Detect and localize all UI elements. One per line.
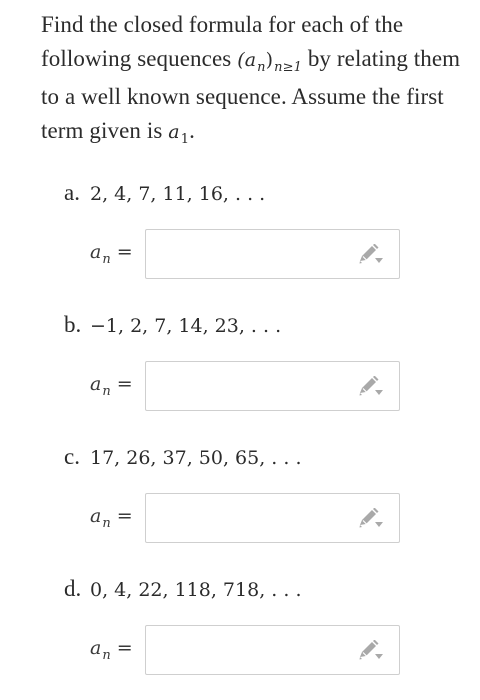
answer-input[interactable] <box>154 240 338 270</box>
pencil-dropdown-icon[interactable] <box>357 376 385 400</box>
part-letter: b. <box>64 312 82 337</box>
sequence-notation: (an)n≥1 <box>237 49 302 75</box>
pencil-dropdown-icon[interactable] <box>357 508 385 532</box>
answer-label: an = <box>90 241 133 267</box>
part-b-header: b. −1, 2, 7, 14, 23, . . . <box>64 308 444 342</box>
first-term-notation: a1 <box>168 121 190 147</box>
answer-row: an = <box>90 625 402 677</box>
problem-statement: Find the closed formula for each of the … <box>41 12 461 147</box>
part-a-header: a. 2, 4, 7, 11, 16, . . . <box>64 176 444 210</box>
answer-input[interactable] <box>154 372 338 402</box>
answer-box[interactable] <box>145 361 400 411</box>
part-c: c. 17, 26, 37, 50, 65, . . . an = <box>64 440 444 543</box>
part-c-header: c. 17, 26, 37, 50, 65, . . . <box>64 440 444 474</box>
part-letter: d. <box>64 576 82 601</box>
pencil-dropdown-icon[interactable] <box>357 244 385 268</box>
answer-label: an = <box>90 637 133 663</box>
answer-row: an = <box>90 229 402 281</box>
sequence-terms: 2, 4, 7, 11, 16, . . . <box>90 183 266 205</box>
part-b: b. −1, 2, 7, 14, 23, . . . an = <box>64 308 444 411</box>
part-d-header: d. 0, 4, 22, 118, 718, . . . <box>64 572 444 606</box>
answer-row: an = <box>90 493 402 545</box>
answer-label: an = <box>90 505 133 531</box>
part-letter: c. <box>64 444 80 469</box>
pencil-dropdown-icon[interactable] <box>357 640 385 664</box>
answer-input[interactable] <box>154 504 338 534</box>
answer-input[interactable] <box>154 636 338 666</box>
part-d: d. 0, 4, 22, 118, 718, . . . an = <box>64 572 444 675</box>
answer-box[interactable] <box>145 229 400 279</box>
sequence-terms: 0, 4, 22, 118, 718, . . . <box>90 579 302 601</box>
answer-label: an = <box>90 373 133 399</box>
part-a: a. 2, 4, 7, 11, 16, . . . an = <box>64 176 444 279</box>
answer-row: an = <box>90 361 402 413</box>
answer-box[interactable] <box>145 493 400 543</box>
part-letter: a. <box>64 180 80 205</box>
sequence-terms: −1, 2, 7, 14, 23, . . . <box>90 315 282 337</box>
answer-box[interactable] <box>145 625 400 675</box>
sequence-terms: 17, 26, 37, 50, 65, . . . <box>90 447 302 469</box>
